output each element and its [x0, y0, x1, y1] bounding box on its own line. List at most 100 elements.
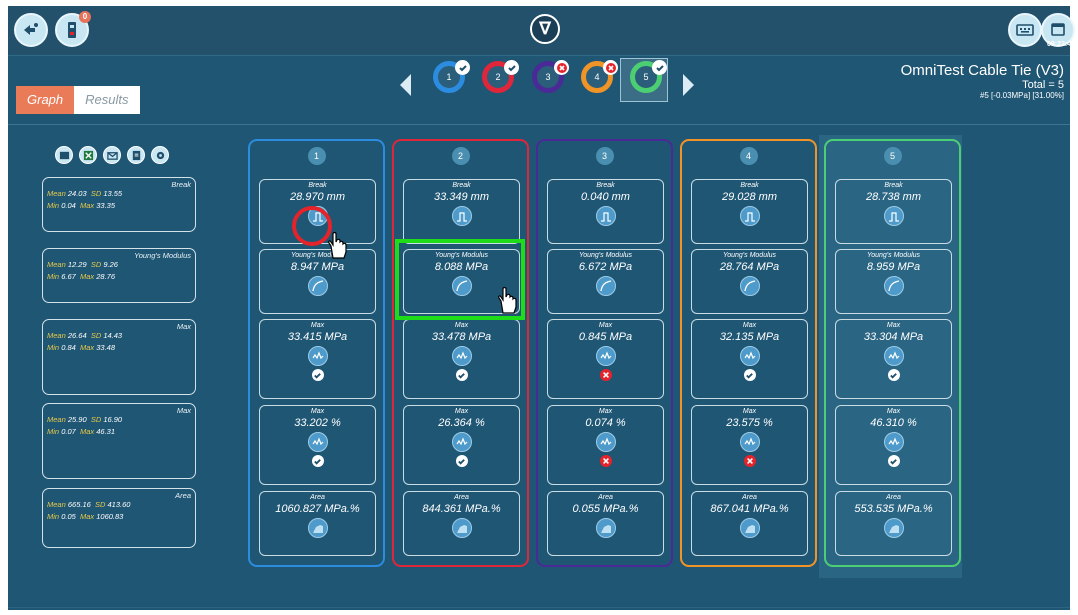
sample-ring-5[interactable]: 5 [630, 60, 667, 93]
result-cell-break: Break 33.349 mm [403, 179, 520, 244]
tab-graph[interactable]: Graph [16, 86, 75, 114]
app-logo[interactable]: ∇ [530, 14, 560, 44]
max-chart-icon[interactable] [595, 432, 616, 452]
area-chart-icon[interactable] [883, 518, 904, 538]
stat-title: Break [171, 180, 191, 189]
cell-value: 33.478 MPa [431, 331, 492, 343]
cell-title: Break [596, 182, 615, 189]
cell-value: 33.349 mm [433, 191, 490, 203]
keyboard-button[interactable] [1008, 13, 1042, 47]
stat-title: Max [176, 322, 191, 331]
pointer-hand-icon-2 [498, 286, 517, 314]
calendar-button[interactable]: 09:22:40 [1041, 13, 1075, 48]
max-chart-icon[interactable] [451, 432, 472, 452]
cell-value: 553.535 MPa.% [854, 503, 933, 515]
cell-value: 8.959 MPa [866, 261, 921, 273]
cell-title: Max [598, 408, 613, 415]
cell-title: Area [742, 494, 757, 501]
modulus-curve-icon[interactable] [595, 276, 616, 296]
next-sample-arrow[interactable] [683, 74, 694, 96]
max-chart-icon[interactable] [883, 432, 904, 452]
email-button[interactable] [103, 146, 121, 164]
sample-ring-4[interactable]: 4 [581, 60, 618, 93]
test-title: OmniTest Cable Tie (V3) [900, 62, 1064, 79]
max-chart-icon[interactable] [739, 346, 760, 366]
view-tabs: Graph Results [16, 86, 140, 114]
cell-title: Young's Modulus [866, 252, 921, 259]
break-chart-icon[interactable] [451, 206, 472, 226]
sample-column-4: 4 Break 29.028 mm Young's Modulus 28.764 MPa… [680, 139, 817, 567]
last-result: #5 [-0.03MPa] [31.00%] [979, 91, 1064, 100]
break-chart-icon[interactable] [595, 206, 616, 226]
cell-title: Max [742, 322, 757, 329]
cell-value: 28.764 MPa [719, 261, 780, 273]
sample-ring-number: 1 [446, 72, 452, 82]
result-cell-max: Max 0.845 MPa [547, 319, 664, 399]
max-chart-icon[interactable] [739, 432, 760, 452]
bottom-divider [8, 607, 1070, 608]
sample-ring-3[interactable]: 3 [532, 60, 569, 93]
cell-title: Max [310, 322, 325, 329]
app-window: 0 ∇ 09:22:40 Graph Results 1 2 3 4 5 OmniTes… [8, 6, 1075, 610]
cell-title: Max [310, 408, 325, 415]
cell-value: 33.415 MPa [287, 331, 348, 343]
max-chart-icon[interactable] [307, 432, 328, 452]
pdf-export-button[interactable] [127, 146, 145, 164]
test-total: Total = 5 [1022, 79, 1064, 91]
cell-title: Break [452, 182, 471, 189]
result-cell-strain: Max 0.074 % [547, 405, 664, 485]
cell-value: 33.304 MPa [863, 331, 924, 343]
area-chart-icon[interactable] [307, 518, 328, 538]
result-cell-ym: Young's Modulus 6.672 MPa [547, 249, 664, 314]
cell-value: 6.672 MPa [578, 261, 633, 273]
check-icon [887, 369, 900, 381]
sample-ring-2[interactable]: 2 [482, 60, 519, 93]
result-cell-max: Max 32.135 MPa [691, 319, 808, 399]
break-chart-icon[interactable] [883, 206, 904, 226]
modulus-curve-icon[interactable] [883, 276, 904, 296]
check-icon [455, 369, 468, 381]
cell-title: Area [886, 494, 901, 501]
check-icon [455, 60, 470, 75]
cell-value: 26.364 % [438, 417, 485, 429]
max-chart-icon[interactable] [451, 346, 472, 366]
cell-title: Area [454, 494, 469, 501]
pointer-hand-icon [328, 231, 347, 259]
modulus-curve-icon[interactable] [307, 276, 328, 296]
max-chart-icon[interactable] [595, 346, 616, 366]
cell-title: Max [454, 408, 469, 415]
check-icon [311, 369, 324, 381]
result-cell-max: Max 33.304 MPa [835, 319, 952, 399]
max-chart-icon[interactable] [883, 346, 904, 366]
cell-value: 0.055 MPa.% [572, 503, 639, 515]
settings-button[interactable] [151, 146, 169, 164]
cross-icon [603, 60, 618, 75]
stat-mean-sd: Mean 12.29 SD 9.26 [47, 260, 118, 269]
break-chart-icon[interactable] [739, 206, 760, 226]
column-number: 1 [307, 147, 326, 165]
result-cell-area: Area 844.361 MPa.% [403, 491, 520, 556]
column-number: 5 [883, 147, 902, 165]
stat-box: Max Mean 26.64 SD 14.43 Min 0.84 Max 33.48 [42, 319, 196, 395]
cell-value: 28.738 mm [865, 191, 922, 203]
area-chart-icon[interactable] [595, 518, 616, 538]
device-button[interactable]: 0 [55, 11, 91, 47]
tab-results[interactable]: Results [74, 86, 140, 114]
exit-button[interactable] [14, 13, 48, 47]
modulus-curve-icon[interactable] [739, 276, 760, 296]
prev-sample-arrow[interactable] [400, 74, 411, 96]
area-chart-icon[interactable] [739, 518, 760, 538]
stat-box: Max Mean 25.90 SD 16.90 Min 0.07 Max 46.31 [42, 403, 196, 479]
area-chart-icon[interactable] [451, 518, 472, 538]
excel-export-button[interactable] [79, 146, 97, 164]
cross-icon [554, 60, 569, 75]
txt-export-button[interactable] [55, 146, 73, 164]
max-chart-icon[interactable] [307, 346, 328, 366]
check-icon [652, 60, 667, 75]
stat-min-max: Min 0.05 Max 1060.83 [47, 512, 124, 521]
sample-ring-1[interactable]: 1 [433, 60, 470, 93]
result-cell-max: Max 33.478 MPa [403, 319, 520, 399]
column-number: 2 [451, 147, 470, 165]
notification-badge: 0 [79, 11, 91, 23]
pdf-icon [132, 150, 140, 160]
